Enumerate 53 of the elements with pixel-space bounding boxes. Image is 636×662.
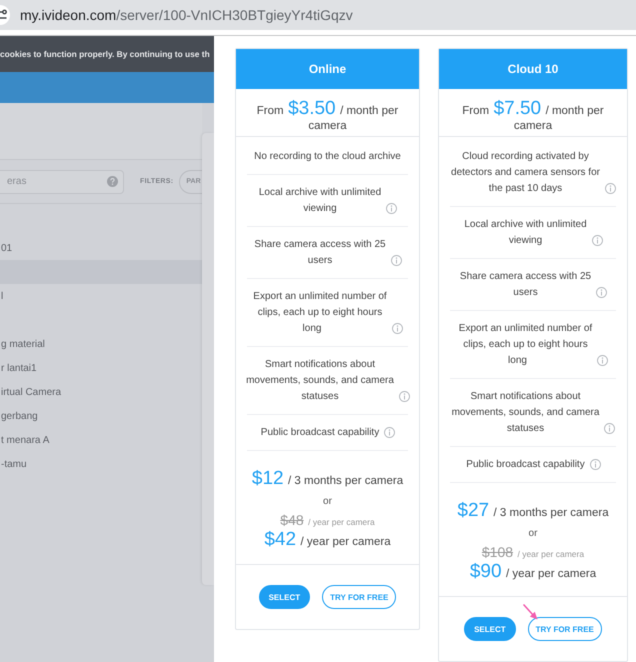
- feature-text: Export an unlimited number of clips, each up to eight hours long: [252, 290, 388, 336]
- feature-text: Public broadcast capability: [466, 458, 586, 472]
- info-icon[interactable]: [384, 427, 395, 438]
- feature-text: Export an unlimited number of clips, each up to eight hours long: [458, 322, 593, 368]
- feature-text: Local archive with unlimited viewing: [258, 186, 382, 216]
- search-field[interactable]: eras: [0, 170, 124, 194]
- feature-text: No recording to the cloud archive: [254, 150, 402, 164]
- info-icon[interactable]: [592, 235, 602, 246]
- select-button[interactable]: SELECT: [464, 617, 516, 641]
- info-icon[interactable]: [386, 203, 397, 214]
- price-line: $12 / 3 months per camera: [250, 467, 404, 491]
- or-label: or: [528, 527, 538, 541]
- info-icon[interactable]: [597, 355, 608, 366]
- selected-list-row[interactable]: [0, 260, 202, 284]
- info-icon[interactable]: [596, 287, 607, 298]
- info-icon[interactable]: [390, 255, 402, 266]
- feature-text: Local archive with unlimited viewing: [464, 218, 588, 248]
- info-icon[interactable]: [392, 323, 402, 334]
- sliders-icon[interactable]: [0, 5, 10, 25]
- select-button[interactable]: SELECT: [258, 585, 310, 609]
- try-free-button[interactable]: TRY FOR FREE: [322, 585, 396, 609]
- plan-title: Cloud 10: [439, 49, 627, 89]
- camera-name[interactable]: t menara A: [1, 434, 50, 446]
- info-icon[interactable]: [604, 183, 616, 194]
- camera-name[interactable]: -tamu: [1, 458, 27, 470]
- feature-text: Share camera access with 25 users: [459, 270, 592, 300]
- feature-text: Cloud recording activated by detectors and camera sensors for the past 10 days: [450, 150, 600, 196]
- camera-name[interactable]: 01: [1, 242, 12, 254]
- info-icon[interactable]: [398, 391, 410, 402]
- or-label: or: [322, 495, 333, 509]
- camera-name[interactable]: irtual Camera: [1, 386, 62, 398]
- starting-price: From $3.50 / month per camera: [236, 89, 419, 137]
- camera-name[interactable]: l: [1, 290, 4, 302]
- starting-price: From $7.50 / month per camera: [439, 89, 627, 137]
- camera-name[interactable]: gerbang: [1, 410, 38, 422]
- help-icon[interactable]: [107, 176, 118, 187]
- camera-name[interactable]: g material: [1, 338, 45, 350]
- cookie-notice: cookies to function properly. By continuing to use th: [0, 36, 214, 72]
- try-free-button[interactable]: TRY FOR FREE: [528, 617, 602, 641]
- feature-text: Public broadcast capability: [260, 426, 380, 440]
- price-line: $42 / year per camera: [263, 528, 392, 552]
- feature-text: Smart notifications about movements, sounds, and camera statuses: [246, 358, 394, 404]
- info-icon[interactable]: [604, 423, 615, 434]
- camera-name[interactable]: r lantai1: [1, 362, 37, 374]
- old-price: $108 / year per camera: [480, 544, 586, 560]
- address-field[interactable]: my.ivideon.com/server/100-VnICH30BTgieyYr4tiGqzv: [20, 6, 353, 24]
- feature-text: Smart notifications about movements, sounds, and camera statuses: [451, 390, 600, 436]
- info-icon[interactable]: [590, 459, 600, 470]
- old-price: $48 / year per camera: [279, 512, 376, 528]
- feature-text: Share camera access with 25 users: [254, 238, 386, 268]
- price-line: $27 / 3 months per camera: [456, 499, 610, 523]
- plan-title: Online: [236, 49, 419, 89]
- price-line: $90 / year per camera: [468, 560, 598, 584]
